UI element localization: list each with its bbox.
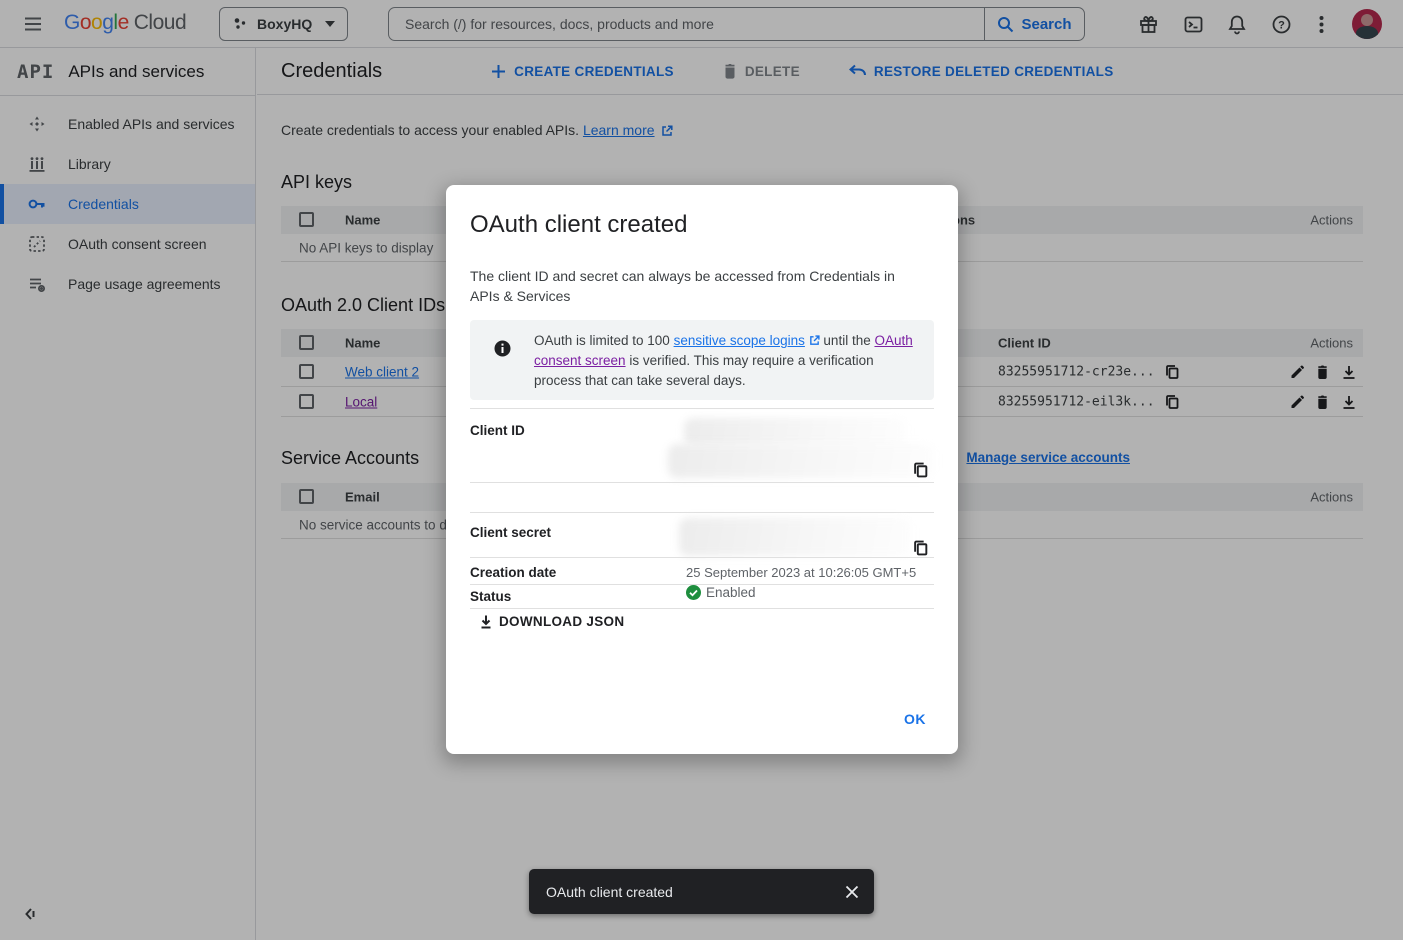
divider [470, 557, 934, 558]
check-circle-icon [686, 585, 701, 600]
external-link-icon [809, 335, 820, 346]
creation-date-label: Creation date [470, 565, 556, 580]
client-id-label: Client ID [470, 423, 525, 438]
copy-client-secret-icon[interactable] [913, 540, 929, 556]
copy-client-id-icon[interactable] [913, 462, 929, 478]
status-value: Enabled [686, 585, 756, 600]
download-json-button[interactable]: DOWNLOAD JSON [479, 614, 624, 629]
oauth-client-created-dialog: OAuth client created The client ID and s… [446, 185, 958, 754]
info-icon [470, 320, 534, 400]
close-icon[interactable] [844, 884, 860, 900]
google-cloud-console: GoogleCloud BoxyHQ Search [0, 0, 1403, 940]
verification-notice: OAuth is limited to 100 sensitive scope … [470, 320, 934, 400]
divider [470, 482, 934, 483]
status-label: Status [470, 589, 511, 604]
client-secret-label: Client secret [470, 525, 551, 540]
toast-message: OAuth client created [546, 884, 673, 900]
redacted-client-secret [679, 518, 911, 556]
download-icon [479, 614, 493, 629]
divider [470, 512, 934, 513]
notice-text: OAuth is limited to 100 sensitive scope … [534, 320, 934, 400]
divider [470, 408, 934, 409]
redacted-client-id [684, 418, 906, 446]
redacted-client-id [668, 444, 934, 478]
toast-notification: OAuth client created [529, 869, 874, 914]
divider [470, 608, 934, 609]
sensitive-scope-logins-link[interactable]: sensitive scope logins [674, 333, 805, 348]
ok-button[interactable]: OK [896, 707, 934, 731]
dialog-description: The client ID and secret can always be a… [470, 266, 914, 306]
dialog-title: OAuth client created [470, 211, 687, 239]
creation-date-value: 25 September 2023 at 10:26:05 GMT+5 [686, 565, 916, 580]
